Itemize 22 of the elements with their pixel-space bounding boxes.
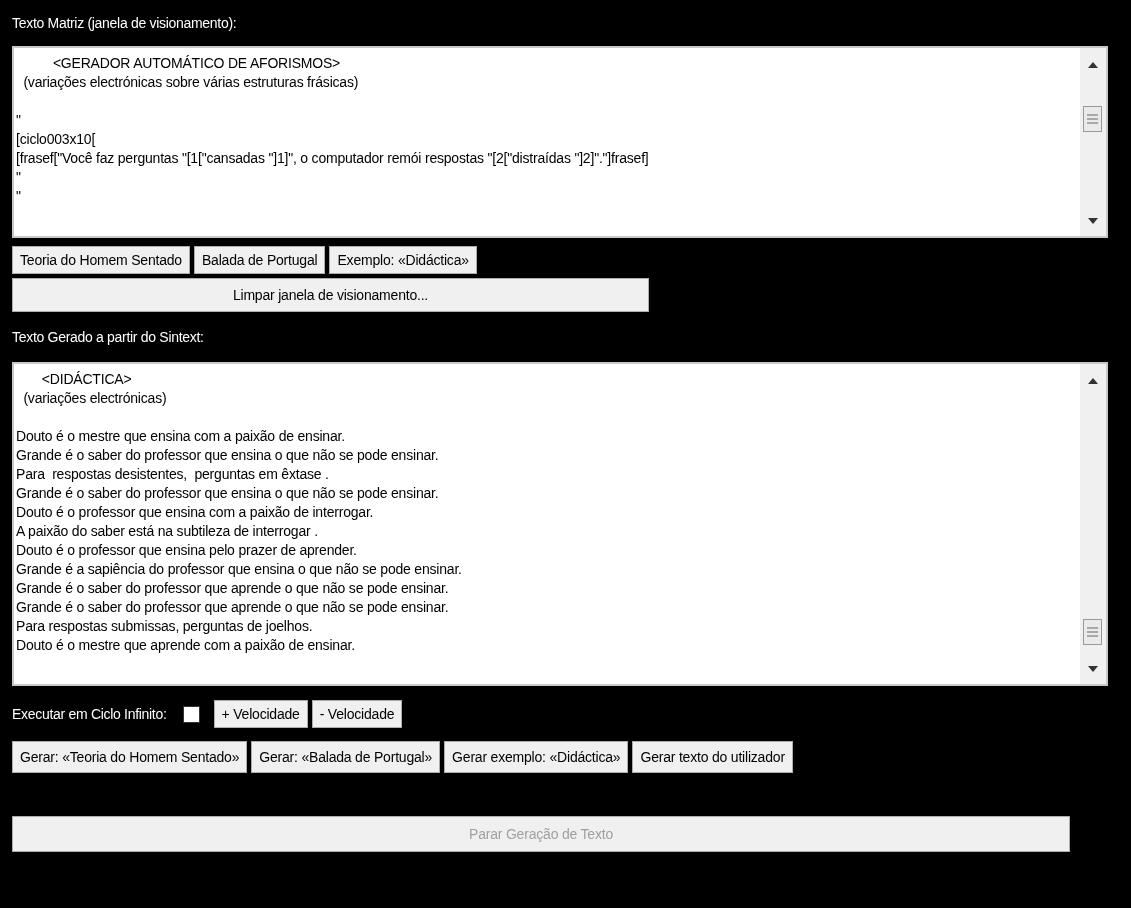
example-button[interactable]: Balada de Portugal bbox=[193, 246, 326, 274]
example-button[interactable]: Teoria do Homem Sentado bbox=[12, 246, 190, 274]
scroll-down-icon[interactable] bbox=[1088, 218, 1098, 224]
section-label: Texto Matriz (janela de visionamento): bbox=[12, 14, 238, 33]
speed-button[interactable]: - Velocidade bbox=[311, 700, 403, 728]
example-button[interactable]: Exemplo: «Didáctica» bbox=[329, 246, 477, 274]
section-label: Texto Gerado a partir do Sintext: bbox=[12, 328, 205, 347]
loop-label: Executar em Ciclo Infinito: bbox=[12, 705, 167, 724]
generate-button[interactable]: Gerar texto do utilizador bbox=[632, 741, 793, 773]
scrollbar[interactable] bbox=[1080, 48, 1106, 236]
speed-button[interactable]: + Velocidade bbox=[213, 700, 308, 728]
generate-button[interactable]: Gerar: «Teoria do Homem Sentado» bbox=[12, 741, 248, 773]
scroll-up-icon[interactable] bbox=[1088, 62, 1098, 68]
scroll-down-icon[interactable] bbox=[1088, 666, 1098, 672]
scroll-up-icon[interactable] bbox=[1088, 378, 1098, 384]
scrollbar[interactable] bbox=[1080, 364, 1106, 684]
scroll-thumb[interactable] bbox=[1083, 106, 1102, 132]
generate-button[interactable]: Gerar: «Balada de Portugal» bbox=[251, 741, 441, 773]
clear-button[interactable]: Limpar janela de visionamento... bbox=[12, 278, 649, 312]
scroll-thumb[interactable] bbox=[1083, 619, 1102, 645]
generate-button[interactable]: Gerar exemplo: «Didáctica» bbox=[444, 741, 629, 773]
loop-checkbox[interactable] bbox=[182, 705, 200, 723]
